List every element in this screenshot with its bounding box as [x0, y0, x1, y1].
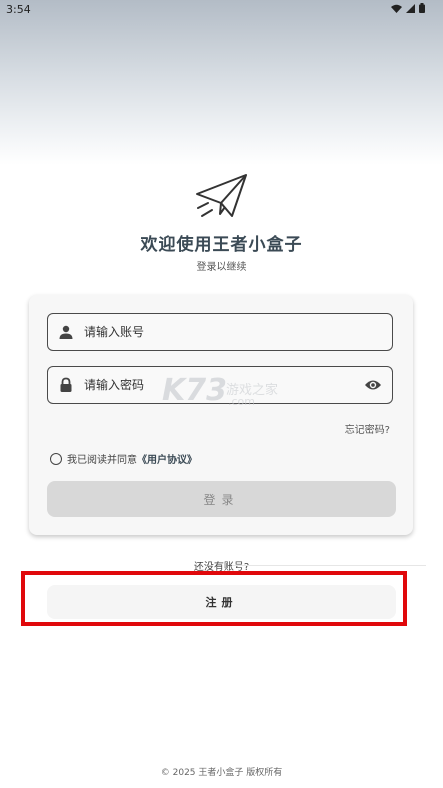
- battery-icon: [419, 3, 425, 16]
- paper-plane-icon: [196, 174, 247, 217]
- forgot-password-link[interactable]: 忘记密码?: [345, 421, 390, 436]
- app-title: 欢迎使用王者小盒子: [140, 235, 303, 255]
- agreement-text: 我已阅读并同意: [67, 455, 137, 466]
- login-card: 忘记密码? 我已阅读并同意 《用户协议》 登录: [29, 295, 413, 535]
- eye-icon[interactable]: [364, 378, 382, 392]
- lock-icon: [60, 377, 72, 392]
- user-agreement-link[interactable]: 《用户协议》: [137, 451, 197, 466]
- password-field[interactable]: [47, 366, 393, 404]
- signal-icon: [406, 3, 415, 16]
- app-subtitle: 登录以继续: [196, 262, 247, 273]
- divider: [232, 565, 426, 566]
- status-icons: [391, 3, 425, 16]
- status-bar: 3:54: [0, 0, 443, 18]
- status-time: 3:54: [6, 3, 31, 16]
- account-field[interactable]: [47, 313, 393, 351]
- agreement-radio[interactable]: [50, 452, 62, 465]
- highlight-box: [21, 571, 407, 626]
- account-input[interactable]: [84, 314, 344, 350]
- header-gradient: [0, 0, 443, 165]
- footer-copyright: © 2025 王者小盒子 版权所有: [160, 768, 283, 778]
- wifi-icon: [391, 4, 402, 16]
- login-button[interactable]: 登录: [47, 481, 396, 517]
- agreement-row: 我已阅读并同意 《用户协议》: [50, 451, 197, 466]
- password-input[interactable]: [84, 367, 344, 403]
- user-icon: [59, 325, 73, 339]
